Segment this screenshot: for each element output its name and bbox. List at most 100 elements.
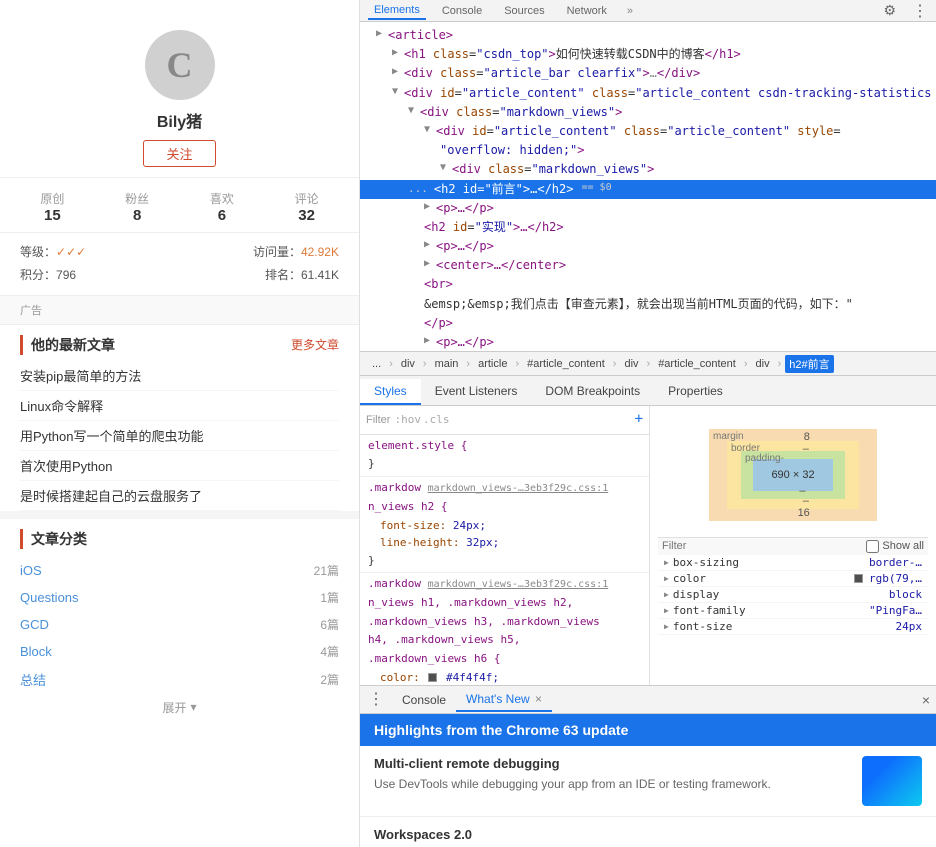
meta-section: 等级： ✓✓✓ 访问量： 42.92K 积分： 796 排名： 61.41K: [0, 233, 359, 296]
console-content: Multi-client remote debugging Use DevToo…: [360, 746, 936, 847]
expand-arrow[interactable]: ▶: [424, 333, 434, 349]
console-more-icon[interactable]: ⋮: [360, 692, 392, 708]
tab-console[interactable]: Console: [392, 689, 456, 711]
css-rule-element-style: element.style { }: [360, 435, 649, 477]
category-ios-name: iOS: [20, 563, 42, 578]
computed-item: ▶ font-family "PingFa…: [658, 603, 928, 619]
breadcrumb-article-content2[interactable]: #article_content: [654, 357, 740, 371]
show-all-label[interactable]: Show all: [866, 540, 924, 553]
console-highlight-title: Highlights from the Chrome 63 update: [374, 722, 628, 738]
category-ios[interactable]: iOS 21篇: [20, 557, 339, 584]
devtools-top-tab-console[interactable]: Console: [436, 3, 488, 19]
computed-item: ▶ color rgb(79,…: [658, 571, 928, 587]
triangle-icon[interactable]: ▶: [664, 574, 669, 583]
close-tab-icon[interactable]: ×: [535, 692, 542, 706]
devtools-top-tab-network[interactable]: Network: [561, 3, 613, 19]
stat-original-label: 原创: [40, 190, 64, 207]
breadcrumb-main[interactable]: main: [431, 357, 463, 371]
expand-arrow[interactable]: ▶: [392, 45, 402, 61]
middle-panel: Styles Event Listeners DOM Breakpoints P…: [360, 376, 936, 686]
visit-label: 访问量：: [253, 241, 301, 264]
article-item[interactable]: 是时候搭建起自己的云盘服务了: [20, 481, 339, 511]
expand-arrow[interactable]: ▼: [440, 160, 450, 176]
tab-styles[interactable]: Styles: [360, 379, 421, 405]
console-tabs-bar: ⋮ Console What's New × ×: [360, 686, 936, 714]
stat-followers-label: 粉丝: [125, 190, 149, 207]
html-line: ▼ <div class="markdown_views">: [360, 160, 936, 179]
add-style-icon[interactable]: +: [635, 408, 643, 432]
expand-arrow[interactable]: ▶: [376, 26, 386, 42]
stat-likes-label: 喜欢: [210, 190, 234, 207]
devtools-settings-icon[interactable]: ⚙: [883, 2, 896, 19]
ad-label: 广告: [20, 305, 42, 317]
devtools-top-tab-elements[interactable]: Elements: [368, 2, 426, 20]
highlight-item-0: Multi-client remote debugging Use DevToo…: [360, 746, 936, 817]
triangle-icon[interactable]: ▶: [664, 558, 669, 567]
article-item[interactable]: 首次使用Python: [20, 451, 339, 481]
breadcrumb-div3[interactable]: div: [752, 357, 774, 371]
breadcrumb-ellipsis[interactable]: ...: [368, 357, 385, 371]
computed-list: ▶ box-sizing border-… ▶ color rgb(79,… ▶…: [658, 555, 928, 678]
tab-event-listeners[interactable]: Event Listeners: [421, 379, 532, 405]
breadcrumb-h2[interactable]: h2#前言: [785, 355, 833, 373]
triangle-icon[interactable]: ▶: [664, 622, 669, 631]
expand-arrow[interactable]: ▶: [424, 237, 434, 253]
article-item[interactable]: 安装pip最简单的方法: [20, 361, 339, 391]
filter-pseudo[interactable]: :hov: [394, 411, 421, 430]
devtools-more-tabs-icon[interactable]: »: [627, 5, 633, 17]
highlight-item-1: Workspaces 2.0 Save changes made in DevT…: [360, 817, 936, 847]
css-source-link[interactable]: markdown_views-…3eb3f29c.css:1: [428, 483, 609, 494]
category-questions-name: Questions: [20, 590, 79, 605]
expand-categories-button[interactable]: 展开 ▾: [20, 694, 339, 721]
devtools-menu-icon[interactable]: ⋮: [912, 1, 928, 21]
expand-arrow[interactable]: ▼: [424, 122, 434, 138]
breadcrumb-div2[interactable]: div: [620, 357, 642, 371]
stats-grid: 原创 15 粉丝 8 喜欢 6 评论 32: [0, 178, 359, 233]
filter-cls[interactable]: .cls: [423, 411, 450, 430]
meta-level: 等级： ✓✓✓ 访问量： 42.92K: [20, 241, 339, 264]
triangle-icon[interactable]: ▶: [664, 606, 669, 615]
category-questions[interactable]: Questions 1篇: [20, 584, 339, 611]
expand-arrow[interactable]: ▼: [392, 84, 402, 100]
category-section: 文章分类 iOS 21篇 Questions 1篇 GCD 6篇 Block 4…: [0, 511, 359, 731]
follow-button[interactable]: 关注: [143, 140, 215, 167]
tab-dom-breakpoints[interactable]: DOM Breakpoints: [531, 379, 654, 405]
color-swatch: [854, 574, 863, 583]
show-all-text: Show all: [882, 540, 924, 552]
highlight-image-0: [862, 756, 922, 806]
article-item[interactable]: Linux命令解释: [20, 391, 339, 421]
triangle-icon[interactable]: ▶: [664, 590, 669, 599]
article-item[interactable]: 用Python写一个简单的爬虫功能: [20, 421, 339, 451]
avatar-letter: C: [167, 44, 193, 86]
expand-arrow[interactable]: ▶: [424, 256, 434, 272]
show-all-checkbox[interactable]: [866, 540, 879, 553]
border-box: border – padding- 690 × 32 – –: [727, 441, 859, 509]
breadcrumb-div[interactable]: div: [397, 357, 419, 371]
expand-arrow[interactable]: ▶: [392, 64, 402, 80]
css-source-link2[interactable]: markdown_views-…3eb3f29c.css:1: [428, 579, 609, 590]
more-articles-link[interactable]: 更多文章: [291, 336, 339, 353]
expand-arrow[interactable]: ▶: [424, 199, 434, 215]
category-block[interactable]: Block 4篇: [20, 638, 339, 665]
category-block-name: Block: [20, 644, 52, 659]
html-line-selected[interactable]: ... <h2 id="前言">…</h2> == $0: [360, 180, 936, 199]
html-panel: ▶ <article> ▶ <h1 class="csdn_top">如何快速转…: [360, 22, 936, 352]
css-rule-h2: .markdow markdown_views-…3eb3f29c.css:1 …: [360, 477, 649, 573]
computed-item: ▶ display block: [658, 587, 928, 603]
category-gcd[interactable]: GCD 6篇: [20, 611, 339, 638]
category-summary[interactable]: 总结 2篇: [20, 665, 339, 694]
level-label: 等级：: [20, 241, 56, 264]
tab-whats-new[interactable]: What's New ×: [456, 688, 552, 712]
computed-filter-input[interactable]: [662, 540, 866, 552]
expand-label: 展开: [162, 699, 186, 716]
expand-arrow[interactable]: ▼: [408, 103, 418, 119]
breadcrumb-article[interactable]: article: [474, 357, 511, 371]
category-summary-name: 总结: [20, 670, 46, 689]
close-console-icon[interactable]: ×: [922, 692, 930, 708]
devtools-top-tab-sources[interactable]: Sources: [498, 3, 550, 19]
devtools-panel: Elements Console Sources Network » ⚙ ⋮ ▶…: [360, 0, 936, 847]
breadcrumb-bar: ... › div › main › article › #article_co…: [360, 352, 936, 376]
points-label: 积分：: [20, 264, 56, 287]
tab-properties[interactable]: Properties: [654, 379, 737, 405]
breadcrumb-article-content[interactable]: #article_content: [523, 357, 609, 371]
